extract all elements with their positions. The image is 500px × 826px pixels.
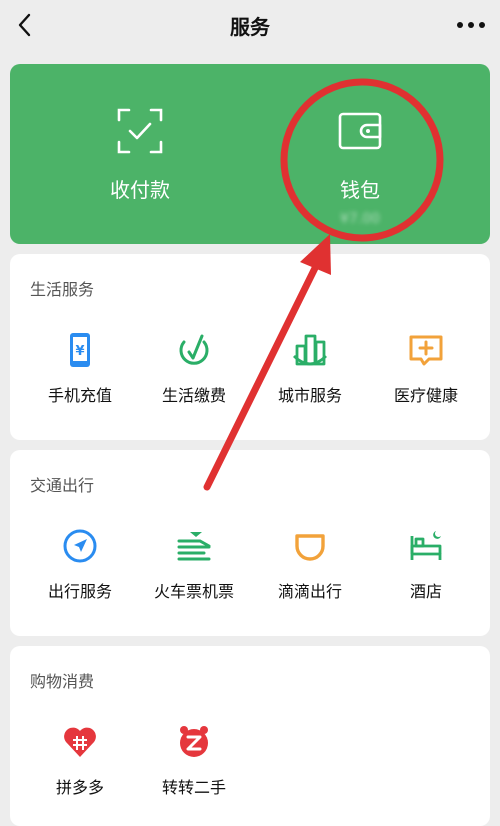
city-service-icon	[293, 334, 327, 366]
item-label: 城市服务	[277, 386, 342, 405]
city-service-item[interactable]: 城市服务	[250, 332, 370, 406]
item-label: 出行服务	[47, 582, 112, 601]
item-label: 医疗健康	[393, 386, 458, 405]
page-title: 服务	[230, 14, 270, 39]
transport-section: 交通出行 出行服务 火车票机票 滴滴出行 酒店	[10, 450, 490, 636]
item-label: 转转二手	[161, 778, 226, 797]
zhuanzhuan-item[interactable]: 转转二手	[134, 724, 254, 798]
utility-payment-item[interactable]: 生活缴费	[134, 332, 254, 406]
life-services-section: 生活服务 ¥ 手机充值 生活缴费 城市服务 医疗健康	[10, 254, 490, 440]
more-options-icon[interactable]	[454, 12, 488, 38]
item-label: 酒店	[409, 582, 442, 601]
train-plane-ticket-icon	[177, 532, 211, 561]
item-label: 拼多多	[55, 778, 104, 797]
back-arrow-icon[interactable]	[10, 10, 40, 40]
item-label: 手机充值	[47, 386, 112, 405]
hotel-icon	[410, 531, 442, 560]
top-bar: 服务	[0, 0, 500, 50]
pay-receive-label: 收付款	[110, 178, 170, 202]
hotel-item[interactable]: 酒店	[366, 528, 486, 602]
zhuanzhuan-icon	[180, 726, 208, 757]
wallet-card: 收付款 钱包 ¥7.00	[10, 64, 490, 244]
shopping-section: 购物消费 拼多多 转转二手	[10, 646, 490, 826]
svg-text:¥: ¥	[75, 344, 84, 359]
travel-service-item[interactable]: 出行服务	[20, 528, 140, 602]
pay-receive-button[interactable]: 收付款	[20, 64, 260, 244]
didi-icon	[295, 534, 325, 561]
pinduoduo-icon	[64, 727, 96, 757]
phone-recharge-icon: ¥	[70, 333, 90, 367]
item-label: 滴滴出行	[277, 582, 342, 601]
utility-payment-icon	[179, 334, 209, 365]
scan-pay-icon	[117, 108, 163, 154]
didi-item[interactable]: 滴滴出行	[250, 528, 370, 602]
item-label: 火车票机票	[153, 582, 234, 601]
section-title: 交通出行	[30, 476, 95, 495]
wallet-icon	[338, 112, 382, 150]
item-label: 生活缴费	[161, 386, 226, 405]
wallet-balance: ¥7.00	[339, 211, 381, 227]
train-plane-ticket-item[interactable]: 火车票机票	[134, 528, 254, 602]
pinduoduo-item[interactable]: 拼多多	[20, 724, 140, 798]
wallet-label: 钱包	[340, 178, 380, 202]
phone-recharge-item[interactable]: ¥ 手机充值	[20, 332, 140, 406]
section-title: 购物消费	[30, 672, 95, 691]
travel-service-icon	[63, 529, 97, 563]
wallet-button[interactable]: 钱包 ¥7.00	[240, 64, 480, 244]
medical-health-icon	[409, 335, 443, 366]
medical-health-item[interactable]: 医疗健康	[366, 332, 486, 406]
section-title: 生活服务	[30, 280, 95, 299]
